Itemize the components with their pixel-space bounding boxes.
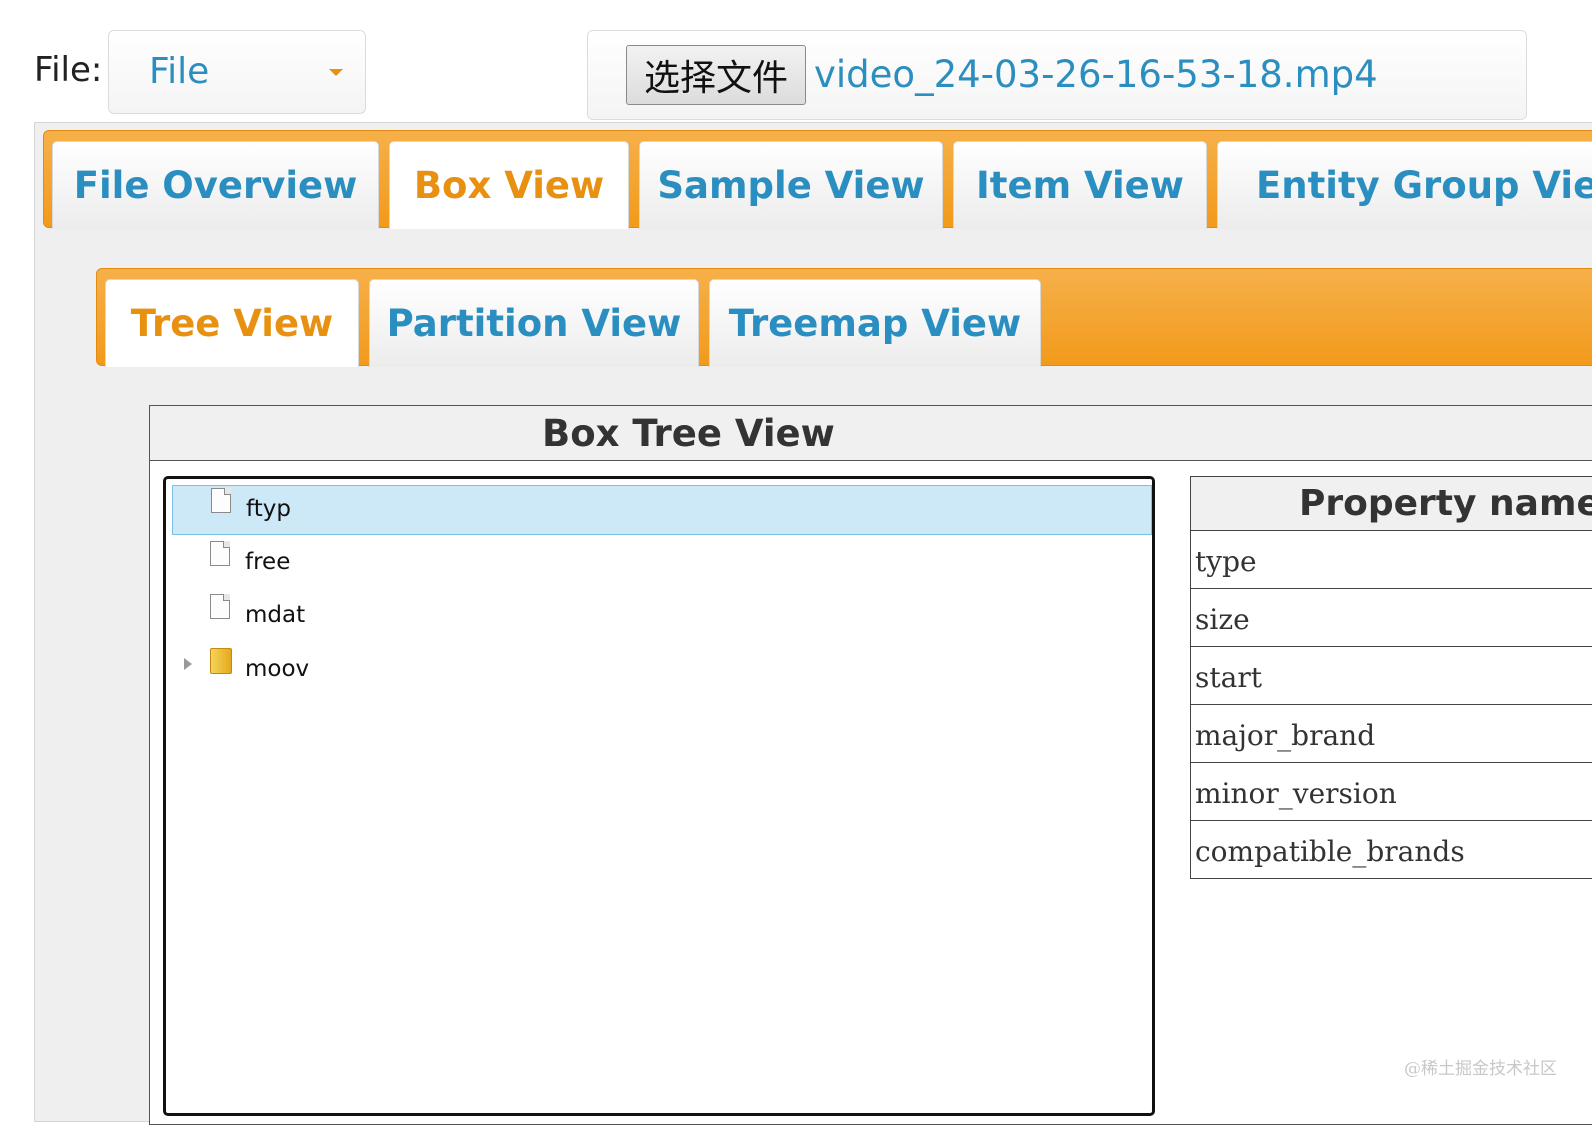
file-select-dropdown[interactable]: File xyxy=(108,30,366,114)
table-row[interactable]: type xyxy=(1191,531,1592,589)
file-label: File: xyxy=(34,50,103,90)
tab-sample-view[interactable]: Sample View xyxy=(639,141,943,229)
tab-treemap-view[interactable]: Treemap View xyxy=(709,279,1041,367)
caret-down-icon xyxy=(329,69,343,76)
choose-file-button[interactable]: 选择文件 xyxy=(626,45,806,105)
tab-item-view[interactable]: Item View xyxy=(953,141,1207,229)
property-name-header[interactable]: Property name xyxy=(1191,477,1592,531)
property-name-cell: minor_version xyxy=(1195,777,1397,810)
property-name-cell: major_brand xyxy=(1195,719,1376,752)
file-picker: 选择文件 video_24-03-26-16-53-18.mp4 xyxy=(587,30,1527,120)
table-row[interactable]: major_brand xyxy=(1191,705,1592,763)
property-table: Property name type size start major_bran… xyxy=(1190,476,1592,879)
folder-icon xyxy=(210,648,232,674)
tree-node-mdat[interactable]: mdat xyxy=(172,592,1152,642)
property-name-cell: start xyxy=(1195,661,1262,694)
file-select-value: File xyxy=(149,51,210,92)
property-name-cell: size xyxy=(1195,603,1250,636)
document-icon xyxy=(211,488,231,513)
expand-arrow-icon[interactable] xyxy=(184,658,192,670)
tab-file-overview[interactable]: File Overview xyxy=(52,141,379,229)
box-tree-title: Box Tree View xyxy=(542,412,835,455)
selected-file-name: video_24-03-26-16-53-18.mp4 xyxy=(814,53,1378,96)
tab-entity-group-view[interactable]: Entity Group View xyxy=(1217,141,1592,229)
table-row[interactable]: start xyxy=(1191,647,1592,705)
tree-node-free[interactable]: free xyxy=(172,539,1152,589)
tree-node-label: moov xyxy=(245,656,310,682)
tree-node-label: mdat xyxy=(245,602,306,628)
tab-box-view[interactable]: Box View xyxy=(389,141,629,229)
tree-node-ftyp[interactable]: ftyp xyxy=(172,485,1152,535)
document-icon xyxy=(210,541,230,566)
tab-tree-view[interactable]: Tree View xyxy=(105,279,359,367)
table-row[interactable]: minor_version xyxy=(1191,763,1592,821)
property-name-header-label: Property name xyxy=(1299,483,1592,524)
tab-partition-view[interactable]: Partition View xyxy=(369,279,699,367)
tree-node-label: ftyp xyxy=(246,496,291,522)
box-tree-header: Box Tree View xyxy=(150,406,1592,461)
box-tree-list[interactable]: ftyp free mdat moov xyxy=(163,476,1155,1116)
tree-node-label: free xyxy=(245,549,291,575)
watermark-text: @稀土掘金技术社区 xyxy=(1404,1059,1557,1079)
property-name-cell: compatible_brands xyxy=(1195,835,1465,868)
table-row[interactable]: compatible_brands xyxy=(1191,821,1592,879)
document-icon xyxy=(210,594,230,619)
table-row[interactable]: size xyxy=(1191,589,1592,647)
tree-node-moov[interactable]: moov xyxy=(172,646,1152,696)
property-name-cell: type xyxy=(1195,545,1257,578)
